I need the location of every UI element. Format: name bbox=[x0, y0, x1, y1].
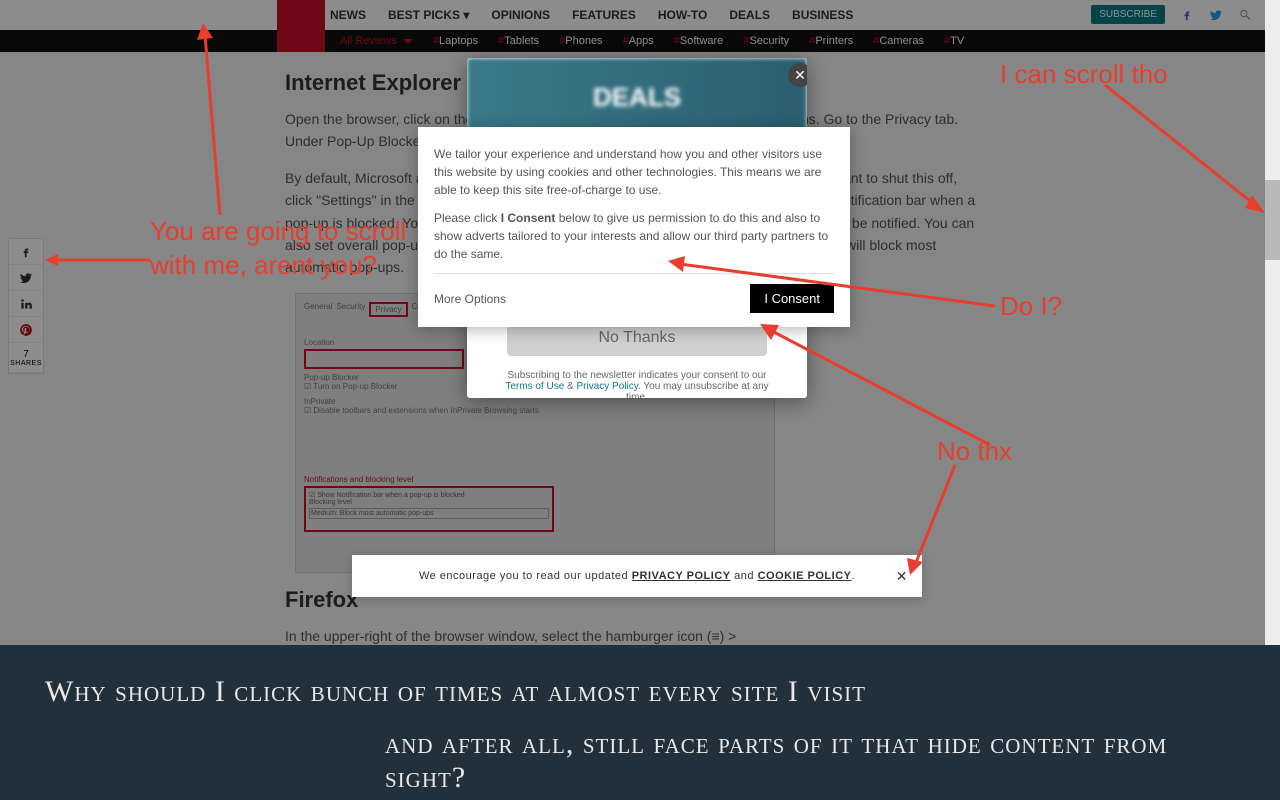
close-icon[interactable]: ✕ bbox=[788, 63, 807, 87]
annotation-arrow bbox=[900, 460, 970, 580]
caption-line: and after all, still face parts of it th… bbox=[385, 727, 1235, 795]
privacy-policy-link[interactable]: PRIVACY POLICY bbox=[632, 570, 731, 582]
privacy-link[interactable]: Privacy Policy bbox=[577, 381, 639, 392]
annotation-text: Do I? bbox=[1000, 290, 1062, 324]
more-options-link[interactable]: More Options bbox=[434, 292, 506, 306]
consent-text: We tailor your experience and understand… bbox=[434, 145, 834, 199]
annotation-arrow bbox=[40, 245, 160, 275]
annotation-arrow bbox=[180, 20, 240, 220]
annotation-text: You are going to scroll with me, arent y… bbox=[150, 215, 410, 283]
cookie-policy-link[interactable]: COOKIE POLICY bbox=[758, 570, 852, 582]
terms-link[interactable]: Terms of Use bbox=[505, 381, 564, 392]
annotation-text: No thx bbox=[937, 435, 1012, 469]
consent-text: Please click I Consent below to give us … bbox=[434, 209, 834, 263]
caption-panel: Why should I click bunch of times at alm… bbox=[0, 645, 1280, 800]
caption-line: Why should I click bunch of times at alm… bbox=[45, 675, 1235, 709]
annotation-arrow bbox=[755, 300, 1005, 450]
annotation-arrow bbox=[1100, 80, 1270, 220]
newsletter-hero: DEALS bbox=[467, 58, 807, 136]
policy-notice-bar: We encourage you to read our updated PRI… bbox=[352, 555, 922, 597]
annotation-text: I can scroll tho bbox=[1000, 58, 1168, 92]
